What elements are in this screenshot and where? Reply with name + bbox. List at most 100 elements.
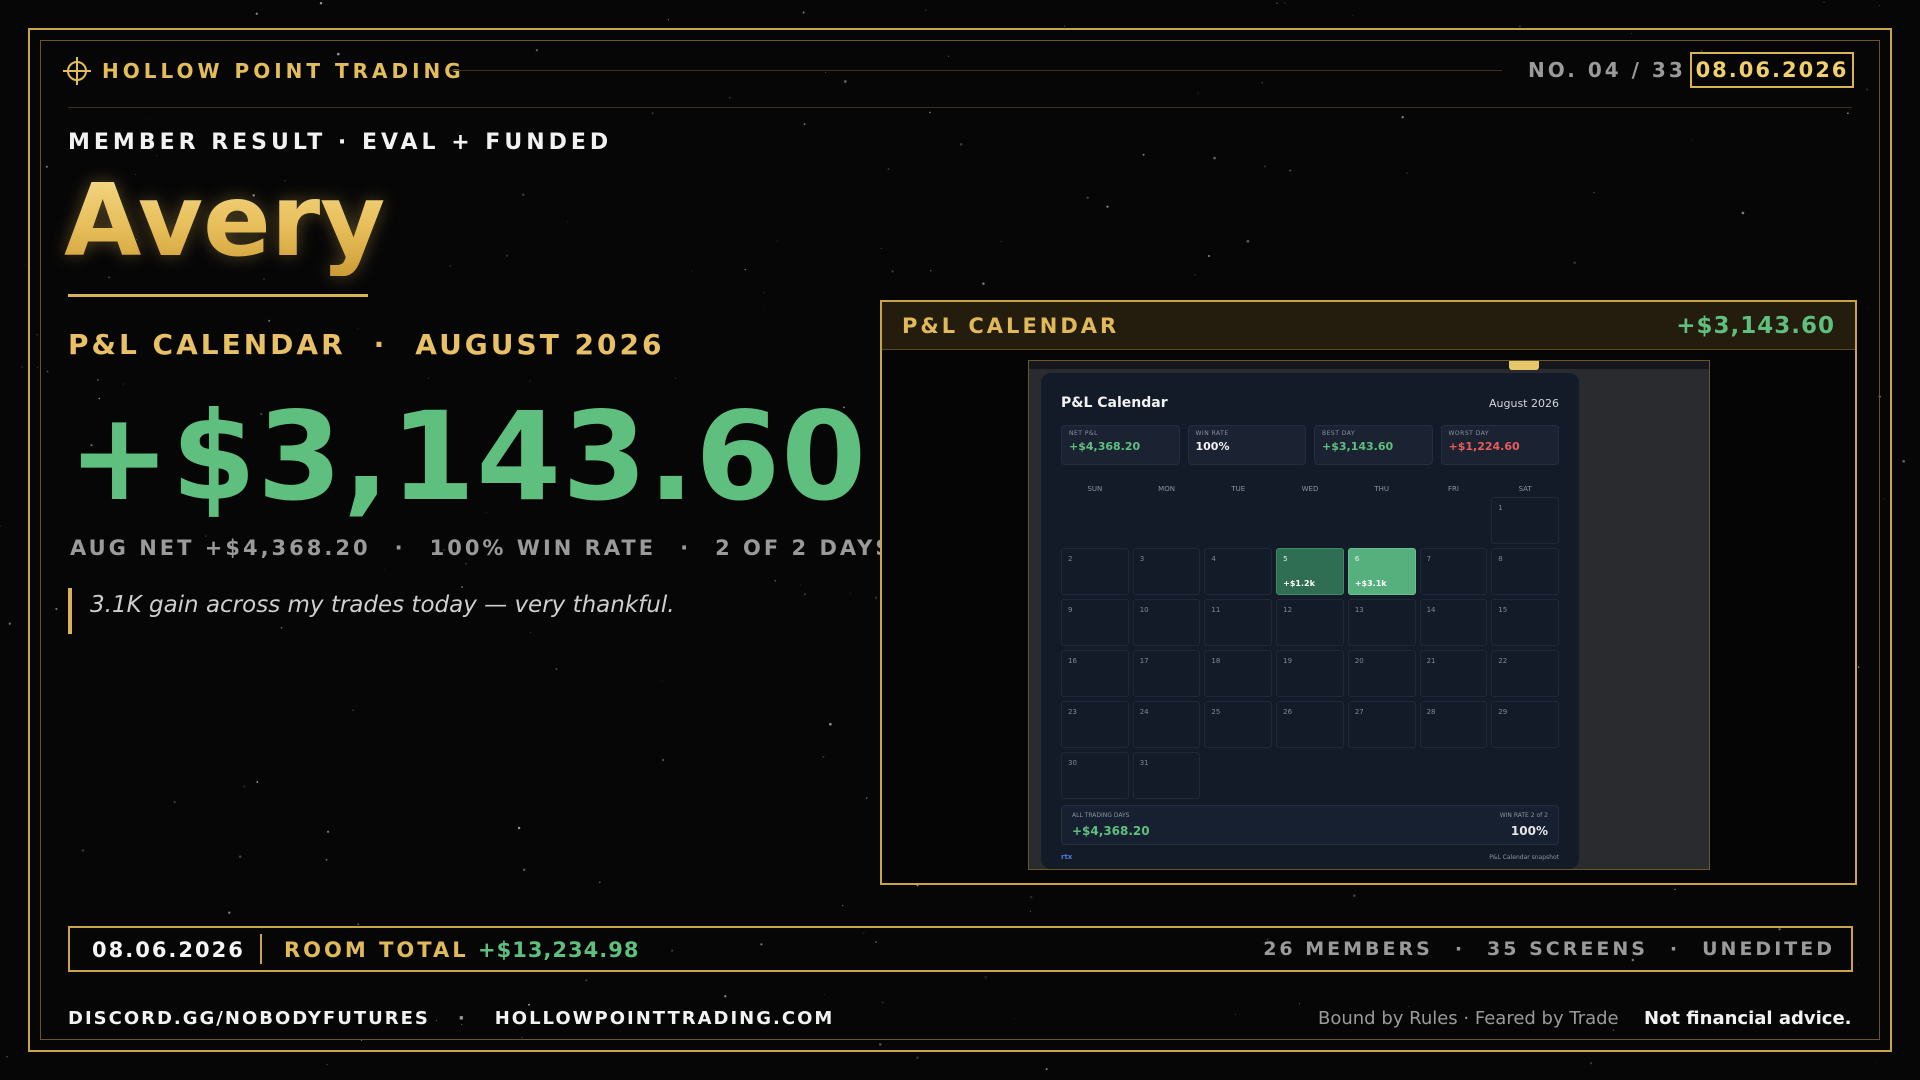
day-number: 29 bbox=[1498, 708, 1508, 716]
calendar-blank bbox=[1133, 497, 1201, 544]
day-number: 2 bbox=[1068, 555, 1073, 563]
brand-name: HOLLOW POINT TRADING bbox=[102, 59, 465, 83]
day-number: 27 bbox=[1354, 708, 1364, 716]
calendar-day[interactable]: 23 bbox=[1061, 701, 1129, 748]
footer-motto: Bound by Rules · Feared by Trade bbox=[1318, 1008, 1619, 1029]
star bbox=[6, 1055, 9, 1058]
calendar-day[interactable]: 25 bbox=[1204, 701, 1273, 748]
calendar-day[interactable]: 28 bbox=[1419, 701, 1488, 748]
panel-total: +$3,143.60 bbox=[1676, 312, 1835, 339]
calendar-day[interactable]: 4 bbox=[1204, 548, 1273, 595]
member-name: Avery bbox=[64, 162, 386, 279]
calendar-blank bbox=[1348, 497, 1416, 544]
calendar-day[interactable]: 15 bbox=[1491, 599, 1559, 646]
summary-label: ALL TRADING DAYS bbox=[1072, 812, 1130, 819]
calendar-day[interactable]: 20 bbox=[1347, 650, 1416, 697]
calendar-day[interactable]: 18 bbox=[1204, 650, 1273, 697]
brand: HOLLOW POINT TRADING bbox=[62, 56, 465, 86]
emoji-icon bbox=[1509, 361, 1539, 370]
day-number: 11 bbox=[1211, 606, 1221, 614]
tile-value: +$3,143.60 bbox=[1322, 440, 1394, 453]
screenshot-top-strip bbox=[1029, 361, 1709, 369]
day-number: 3 bbox=[1139, 555, 1145, 563]
tile-label: NET P&L bbox=[1069, 430, 1098, 437]
calendar-day[interactable]: 31 bbox=[1132, 752, 1201, 799]
calendar-heading: P&L CALENDAR · AUGUST 2026 bbox=[68, 328, 664, 361]
star bbox=[925, 9, 927, 11]
weekday-label: SAT bbox=[1518, 485, 1532, 493]
calendar-day[interactable]: 6 +$3.1k bbox=[1347, 548, 1416, 595]
calendar-day[interactable]: 13 bbox=[1347, 599, 1416, 646]
tile-worst-day: WORST DAY +$1,224.60 bbox=[1440, 425, 1559, 465]
day-number: 8 bbox=[1498, 555, 1503, 563]
tile-value: +$4,368.20 bbox=[1069, 440, 1141, 453]
calendar-day[interactable]: 9 bbox=[1061, 599, 1129, 646]
calendar-day[interactable]: 21 bbox=[1419, 650, 1488, 697]
calendar-day[interactable]: 3 bbox=[1132, 548, 1201, 595]
day-pnl: +$3,143.60 bbox=[68, 386, 868, 528]
day-number: 15 bbox=[1498, 606, 1508, 614]
discord-link[interactable]: DISCORD.GG/NOBODYFUTURES bbox=[68, 1008, 430, 1029]
day-number: 4 bbox=[1211, 555, 1216, 563]
calendar-day[interactable]: 8 bbox=[1491, 548, 1559, 595]
day-number: 26 bbox=[1283, 708, 1293, 716]
star bbox=[1902, 459, 1906, 463]
star bbox=[25, 264, 27, 266]
calendar-day[interactable]: 10 bbox=[1132, 599, 1201, 646]
member-result-label: MEMBER RESULT · EVAL + FUNDED bbox=[68, 130, 613, 155]
calendar-day[interactable]: 26 bbox=[1276, 701, 1344, 748]
calendar-day[interactable]: 14 bbox=[1419, 599, 1488, 646]
screen-count: 35 SCREENS bbox=[1487, 938, 1648, 960]
stat-aug-net: AUG NET +$4,368.20 bbox=[70, 536, 371, 560]
calendar-day[interactable]: 2 bbox=[1061, 548, 1129, 595]
all-days-summary: ALL TRADING DAYS +$4,368.20 WIN RATE 2 o… bbox=[1061, 805, 1559, 845]
footer-separator: · bbox=[457, 1008, 467, 1029]
calendar-blank bbox=[1061, 497, 1129, 544]
star bbox=[0, 525, 2, 527]
calendar-day[interactable]: 1 bbox=[1491, 497, 1559, 544]
calendar-day[interactable]: 24 bbox=[1132, 701, 1201, 748]
panel-title: P&L CALENDAR bbox=[902, 313, 1120, 338]
day-number: 1 bbox=[1498, 504, 1503, 512]
header-divider bbox=[68, 107, 1852, 108]
weekday-label: MON bbox=[1158, 485, 1175, 493]
calendar-day[interactable]: 29 bbox=[1491, 701, 1559, 748]
day-number: 23 bbox=[1068, 708, 1077, 716]
calendar-day[interactable]: 12 bbox=[1276, 599, 1344, 646]
day-number: 16 bbox=[1068, 657, 1077, 665]
weekday-label: THU bbox=[1374, 485, 1390, 493]
card-brand-tag: rtx bbox=[1061, 853, 1073, 861]
day-pnl: +$3.1k bbox=[1354, 579, 1387, 588]
calendar-blank bbox=[1276, 497, 1344, 544]
room-total-value: +$13,234.98 bbox=[478, 938, 640, 962]
bottom-date: 08.06.2026 bbox=[92, 938, 245, 962]
calendar-day[interactable]: 16 bbox=[1061, 650, 1129, 697]
calendar-day[interactable]: 11 bbox=[1204, 599, 1273, 646]
summary-value: +$4,368.20 bbox=[1072, 824, 1150, 838]
star bbox=[319, 1, 323, 5]
star bbox=[21, 366, 24, 369]
stats-line: AUG NET +$4,368.20 · 100% WIN RATE · 2 O… bbox=[70, 536, 893, 560]
calendar-day[interactable]: 17 bbox=[1132, 650, 1201, 697]
tile-label: WORST DAY bbox=[1448, 430, 1490, 437]
day-number: 24 bbox=[1139, 708, 1149, 716]
day-number: 5 bbox=[1283, 555, 1288, 563]
weekday-label: SUN bbox=[1087, 485, 1103, 493]
calendar-day[interactable]: 5 +$1.2k bbox=[1276, 548, 1344, 595]
calendar-blank bbox=[1420, 497, 1488, 544]
calendar-day[interactable]: 19 bbox=[1276, 650, 1344, 697]
website-link[interactable]: HOLLOWPOINTTRADING.COM bbox=[495, 1008, 835, 1029]
weekday-label: FRI bbox=[1447, 485, 1459, 493]
calendar-day[interactable]: 27 bbox=[1347, 701, 1416, 748]
star bbox=[1276, 2, 1278, 5]
calendar-day[interactable]: 22 bbox=[1491, 650, 1559, 697]
star bbox=[1045, 1068, 1048, 1071]
calendar-day[interactable]: 7 bbox=[1419, 548, 1488, 595]
day-number: 7 bbox=[1426, 555, 1432, 563]
tile-label: WIN RATE bbox=[1195, 430, 1229, 437]
edit-status: UNEDITED bbox=[1702, 938, 1835, 960]
calendar-day[interactable]: 30 bbox=[1061, 752, 1129, 799]
day-number: 22 bbox=[1498, 657, 1508, 665]
quote-bar bbox=[68, 588, 72, 634]
star bbox=[1352, 15, 1354, 17]
